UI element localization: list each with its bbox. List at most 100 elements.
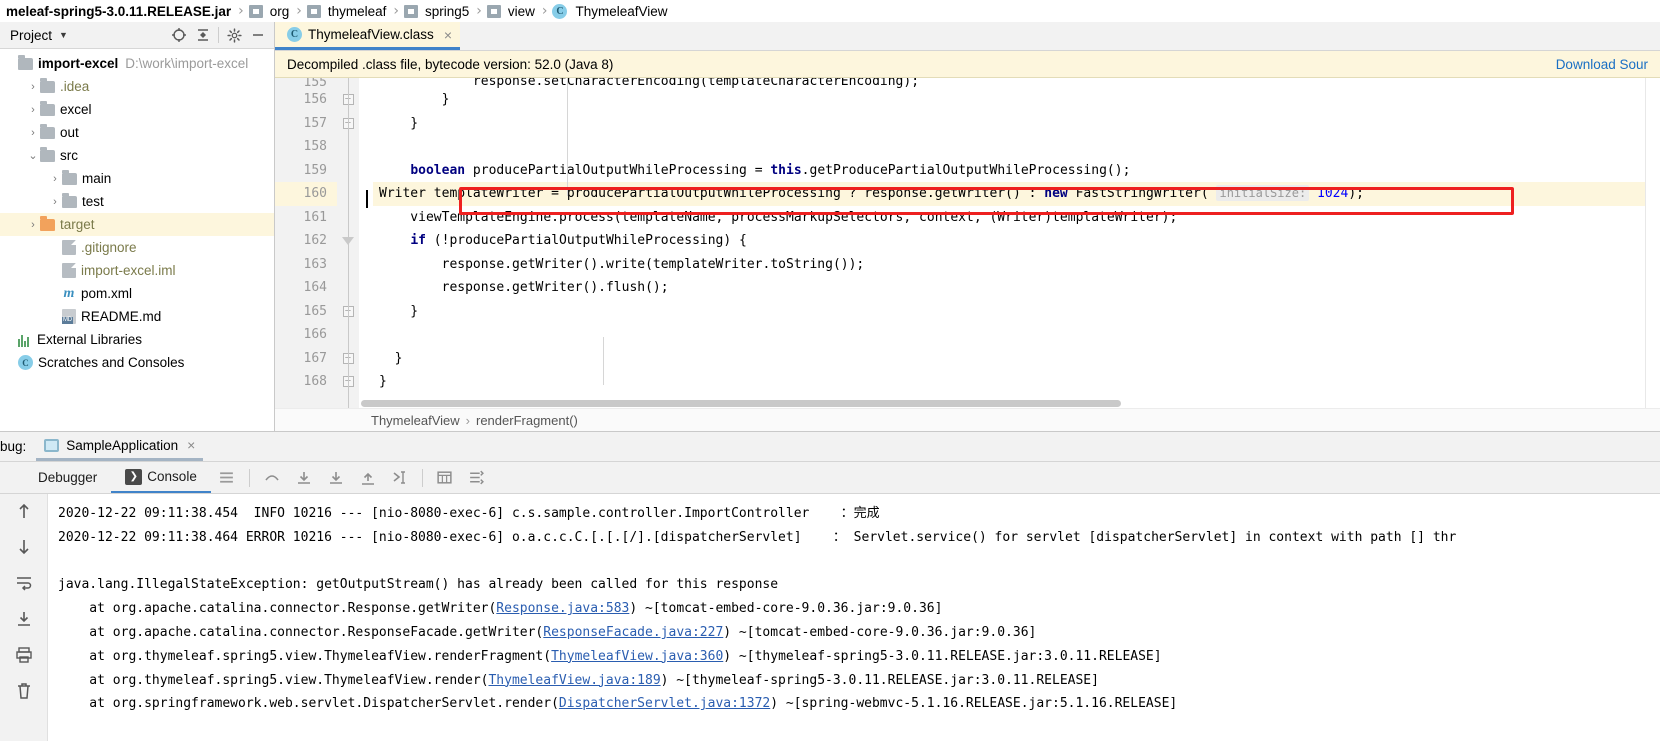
- close-icon[interactable]: ×: [444, 27, 452, 43]
- tree-node--gitignore[interactable]: .gitignore: [0, 236, 274, 259]
- step-over-icon[interactable]: [256, 462, 288, 493]
- stacktrace-link[interactable]: ThymeleafView.java:189: [488, 673, 660, 688]
- settings-icon[interactable]: [461, 462, 493, 493]
- scroll-to-end-icon[interactable]: [11, 608, 37, 630]
- breadcrumb[interactable]: ThymeleafView › renderFragment(): [275, 408, 1660, 431]
- breadcrumb-separator: ›: [476, 3, 482, 19]
- code-line[interactable]: viewTemplateEngine.process(templateName,…: [373, 206, 1660, 230]
- rerun-up-icon[interactable]: [11, 500, 37, 522]
- soft-wrap-icon[interactable]: [11, 572, 37, 594]
- minimize-icon[interactable]: [246, 23, 270, 47]
- code-line[interactable]: response.getWriter().flush();: [373, 276, 1660, 300]
- navbar-crumb-meleaf-spring5-3-0-11-release-jar[interactable]: meleaf-spring5-3.0.11.RELEASE.jar: [0, 0, 237, 22]
- tab-console[interactable]: ❯ Console: [111, 462, 211, 493]
- tree-node-pom-xml[interactable]: m pom.xml: [0, 282, 274, 305]
- navbar-crumb-org[interactable]: org: [247, 0, 296, 22]
- tree-node-import-excel-iml[interactable]: import-excel.iml: [0, 259, 274, 282]
- menu-icon[interactable]: [211, 462, 243, 493]
- tree-node-main[interactable]: › main: [0, 167, 274, 190]
- console-line: java.lang.IllegalStateException: getOutp…: [58, 577, 779, 593]
- clear-all-icon[interactable]: [11, 680, 37, 702]
- run-to-cursor-icon[interactable]: [384, 462, 416, 493]
- force-step-into-icon[interactable]: [320, 462, 352, 493]
- tree-node-readme-md[interactable]: MD README.md: [0, 305, 274, 328]
- folder-icon: [40, 123, 55, 139]
- code-line[interactable]: response.getWriter().write(templateWrite…: [373, 253, 1660, 277]
- stacktrace-link[interactable]: Response.java:583: [496, 601, 629, 616]
- locate-icon[interactable]: [167, 23, 191, 47]
- debug-session-tab[interactable]: SampleApplication ×: [36, 432, 204, 461]
- tab-debugger[interactable]: Debugger: [24, 462, 111, 493]
- evaluate-icon[interactable]: [429, 462, 461, 493]
- print-icon[interactable]: [11, 644, 37, 666]
- navbar-crumb-spring5[interactable]: spring5: [402, 0, 475, 22]
- editor-vertical-scrollbar[interactable]: [1646, 78, 1660, 408]
- download-sources-link[interactable]: Download Sour: [1556, 57, 1648, 72]
- indent-guide: [603, 337, 604, 385]
- tree-node-import-excel[interactable]: import-excel D:\work\import-excel: [0, 52, 274, 75]
- console-line: at org.springframework.web.servlet.Dispa…: [58, 696, 1178, 712]
- class-icon: C: [552, 3, 568, 19]
- code-line[interactable]: [373, 323, 1660, 347]
- chevron-down-icon[interactable]: ⌄: [26, 149, 40, 162]
- code-viewport[interactable]: 155 156 157 158 159 160 161 162 163 164 165 166 167 1…: [275, 78, 1660, 408]
- gear-icon[interactable]: [222, 23, 246, 47]
- scratches-icon: C: [18, 355, 33, 370]
- tree-node-label: import-excel.iml: [81, 263, 176, 278]
- editor-horizontal-scrollbar[interactable]: [275, 400, 1660, 408]
- tree-node-label: External Libraries: [37, 332, 143, 347]
- chevron-right-icon[interactable]: ›: [26, 81, 40, 93]
- navbar-crumb-thymeleafview[interactable]: C ThymeleafView: [550, 0, 673, 22]
- chevron-right-icon[interactable]: ›: [26, 219, 40, 231]
- code-line[interactable]: if (!producePartialOutputWhileProcessing…: [373, 229, 1660, 253]
- stacktrace-link[interactable]: DispatcherServlet.java:1372: [559, 696, 770, 711]
- rerun-down-icon[interactable]: [11, 536, 37, 558]
- console-line: at org.thymeleaf.spring5.view.ThymeleafV…: [58, 648, 1162, 664]
- step-into-icon[interactable]: [288, 462, 320, 493]
- line-number: 164: [303, 280, 327, 295]
- console-line: at org.thymeleaf.spring5.view.ThymeleafV…: [58, 672, 1099, 688]
- class-icon: C: [287, 27, 302, 42]
- step-out-icon[interactable]: [352, 462, 384, 493]
- project-tree[interactable]: import-excel D:\work\import-excel › .idea › e…: [0, 49, 274, 431]
- collapse-all-icon[interactable]: [191, 23, 215, 47]
- debug-toolbar: Debugger ❯ Console: [0, 462, 1660, 494]
- stacktrace-link[interactable]: ThymeleafView.java:360: [551, 649, 723, 664]
- folder-icon: [40, 146, 55, 162]
- package-icon: [403, 4, 418, 18]
- code-folding-gutter[interactable]: –––––: [337, 78, 359, 408]
- code-line[interactable]: }: [373, 300, 1660, 324]
- tree-node-src[interactable]: ⌄ src: [0, 144, 274, 167]
- tree-node-external-libraries[interactable]: External Libraries: [0, 328, 274, 351]
- tree-node-excel[interactable]: › excel: [0, 98, 274, 121]
- breadcrumb-item[interactable]: ThymeleafView: [371, 413, 460, 428]
- close-icon[interactable]: ×: [187, 437, 195, 453]
- navbar-crumb-view[interactable]: view: [485, 0, 541, 22]
- tree-node-test[interactable]: › test: [0, 190, 274, 213]
- stacktrace-link[interactable]: ResponseFacade.java:227: [543, 625, 723, 640]
- code-line[interactable]: }: [373, 347, 1660, 371]
- chevron-right-icon[interactable]: ›: [26, 104, 40, 116]
- project-panel-title[interactable]: Project: [4, 28, 52, 43]
- tree-node-out[interactable]: › out: [0, 121, 274, 144]
- breadcrumb-separator: ›: [465, 412, 470, 428]
- navbar-crumb-thymeleaf[interactable]: thymeleaf: [305, 0, 393, 22]
- code-text[interactable]: response.setCharacterEncoding(templateCh…: [373, 78, 1660, 408]
- chevron-right-icon[interactable]: ›: [26, 127, 40, 139]
- editor-tab-thymeleafview[interactable]: C ThymeleafView.class ×: [275, 22, 460, 50]
- breadcrumb-item[interactable]: renderFragment(): [476, 413, 578, 428]
- tree-node-scratches-and-consoles[interactable]: C Scratches and Consoles: [0, 351, 274, 374]
- tree-node-label: .idea: [60, 79, 90, 94]
- line-number: 163: [303, 256, 327, 272]
- code-line[interactable]: }: [373, 370, 1660, 394]
- chevron-down-icon[interactable]: ▼: [59, 30, 68, 40]
- scrollbar-thumb[interactable]: [361, 400, 1121, 407]
- chevron-right-icon[interactable]: ›: [48, 173, 62, 185]
- chevron-right-icon[interactable]: ›: [48, 196, 62, 208]
- line-number: 168: [303, 374, 327, 389]
- console-output[interactable]: 2020-12-22 09:11:38.454 INFO 10216 --- […: [48, 494, 1660, 741]
- navbar-crumb-label: meleaf-spring5-3.0.11.RELEASE.jar: [6, 3, 232, 19]
- tree-node--idea[interactable]: › .idea: [0, 75, 274, 98]
- editor-tab-bar: C ThymeleafView.class ×: [275, 22, 1660, 51]
- tree-node-target[interactable]: › target: [0, 213, 274, 236]
